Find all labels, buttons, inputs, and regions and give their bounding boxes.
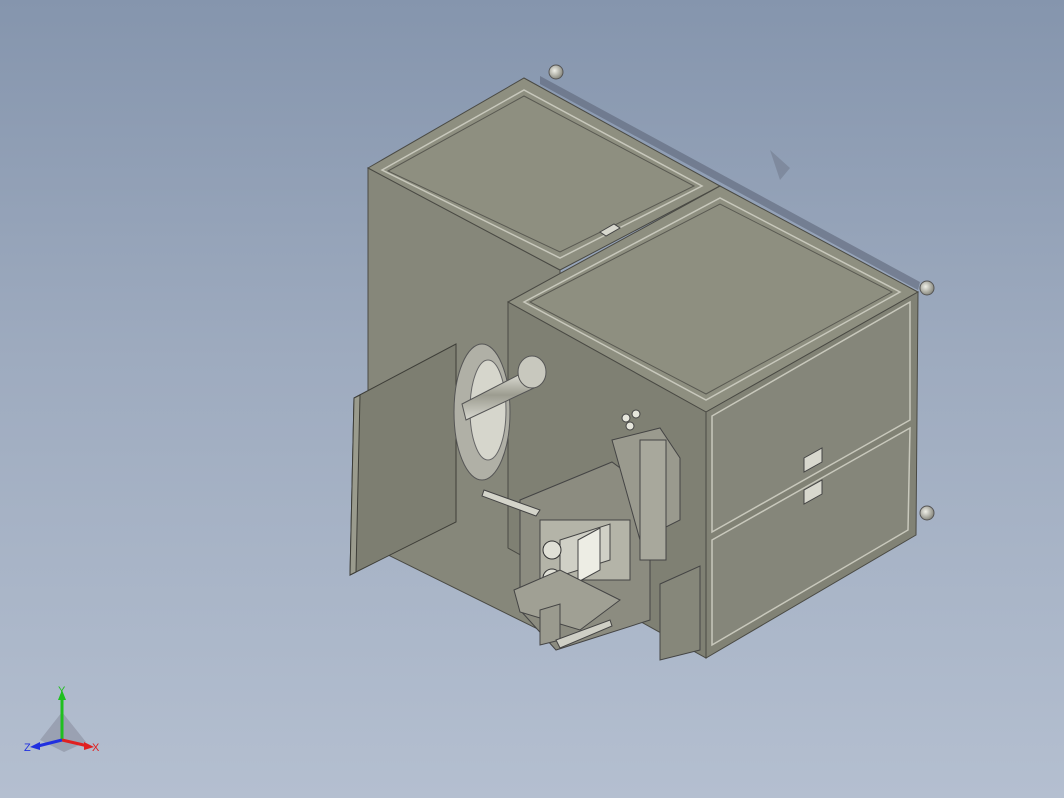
z-axis-label: Z <box>24 742 31 754</box>
y-axis-label: Y <box>58 685 66 697</box>
x-axis-label: X <box>92 742 100 754</box>
coordinate-triad: Y X Z <box>24 685 100 754</box>
leveling-foot-top-right <box>919 280 935 296</box>
leveling-foot-top-left <box>548 64 564 80</box>
leveling-foot-bottom-right <box>919 505 935 521</box>
cad-model-enclosure[interactable] <box>0 0 1064 798</box>
3d-viewport[interactable]: Y X Z <box>0 0 1064 798</box>
